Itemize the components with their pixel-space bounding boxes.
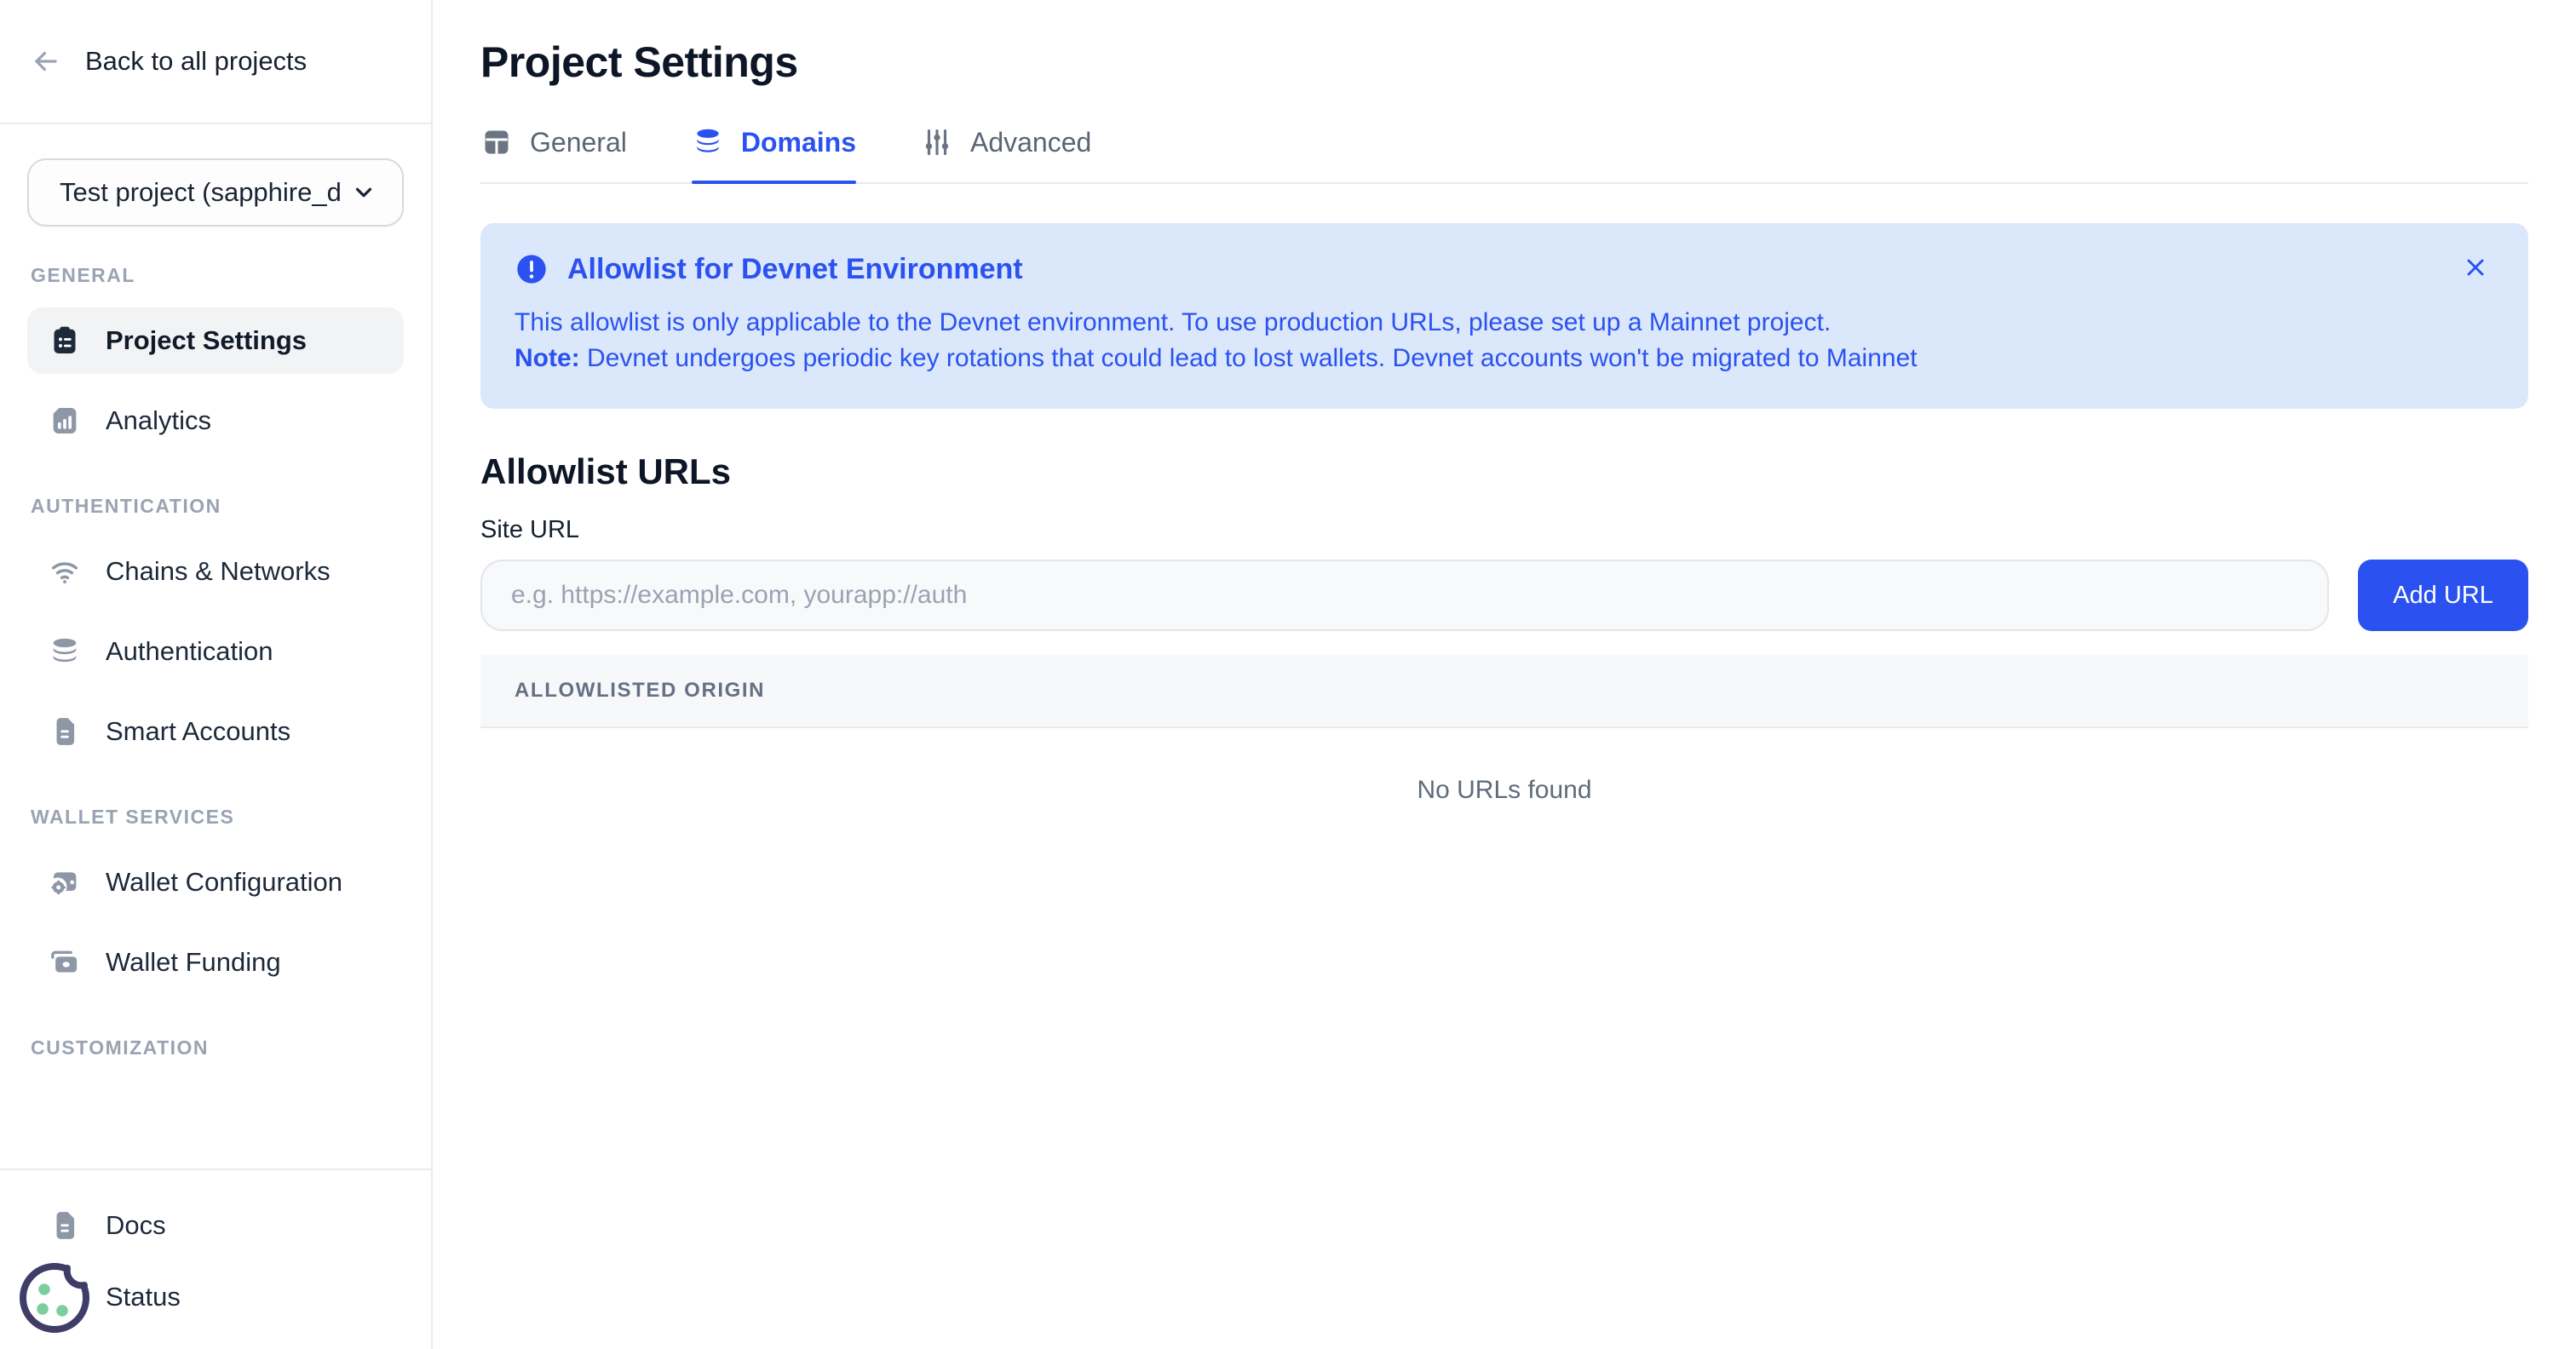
sidebar: Back to all projects Test project (sapph… [0, 0, 433, 1349]
database-icon [692, 126, 724, 158]
allowlist-heading: Allowlist URLs [480, 451, 2528, 492]
cookie-widget-icon[interactable] [15, 1255, 97, 1337]
banner-note-text: Devnet undergoes periodic key rotations … [580, 344, 1918, 372]
tab-general[interactable]: General [480, 126, 627, 182]
sidebar-item-chains-networks[interactable]: Chains & Networks [27, 538, 404, 605]
section-label-general: GENERAL [31, 264, 404, 287]
site-url-input[interactable] [480, 560, 2329, 631]
sidebar-item-authentication[interactable]: Authentication [27, 618, 404, 685]
wallet-gear-icon [46, 864, 83, 901]
sidebar-item-label: Wallet Configuration [106, 867, 342, 898]
column-header-allowlisted-origin: ALLOWLISTED ORIGIN [515, 679, 765, 703]
sidebar-item-label: Project Settings [106, 325, 307, 356]
page: Back to all projects Test project (sapph… [0, 0, 2576, 1349]
add-url-button[interactable]: Add URL [2358, 560, 2528, 631]
devnet-allowlist-banner: Allowlist for Devnet Environment This al… [480, 223, 2528, 409]
banner-note-label: Note: [515, 344, 580, 372]
sidebar-item-wallet-configuration[interactable]: Wallet Configuration [27, 849, 404, 916]
project-selector-value: Test project (sapphire_d [60, 177, 342, 208]
back-to-projects-link[interactable]: Back to all projects [0, 0, 431, 124]
wifi-icon [46, 553, 83, 590]
sidebar-item-docs[interactable]: Docs [27, 1192, 404, 1259]
banner-title: Allowlist for Devnet Environment [567, 253, 1023, 286]
sidebar-item-branding[interactable]: Branding [27, 1080, 404, 1088]
close-icon[interactable] [2457, 249, 2494, 286]
back-arrow-icon [29, 44, 63, 78]
document-icon [46, 1207, 83, 1244]
clipboard-icon [46, 322, 83, 359]
info-icon [515, 252, 549, 286]
back-label: Back to all projects [85, 46, 307, 77]
page-title: Project Settings [480, 37, 2528, 87]
tab-label: Advanced [970, 127, 1091, 158]
chart-icon [46, 402, 83, 439]
tab-label: General [530, 127, 627, 158]
banner-body-text: This allowlist is only applicable to the… [515, 305, 2494, 341]
sidebar-item-label: Wallet Funding [106, 947, 281, 978]
tab-domains[interactable]: Domains [692, 126, 856, 182]
section-label-authentication: AUTHENTICATION [31, 495, 404, 518]
tab-label: Domains [741, 127, 856, 158]
tab-advanced[interactable]: Advanced [921, 126, 1091, 182]
sidebar-item-label: Docs [106, 1210, 166, 1241]
chevron-down-icon [351, 180, 377, 205]
sidebar-item-smart-accounts[interactable]: Smart Accounts [27, 698, 404, 765]
banner-note: Note: Devnet undergoes periodic key rota… [515, 341, 2494, 376]
wallet-card-icon [46, 944, 83, 981]
tab-bar: General Domains [480, 126, 2528, 184]
sliders-icon [921, 126, 953, 158]
grid-icon [480, 126, 513, 158]
allowlist-table-header: ALLOWLISTED ORIGIN [480, 655, 2528, 728]
section-label-wallet-services: WALLET SERVICES [31, 806, 404, 829]
sidebar-spacer [0, 1088, 431, 1168]
main-content: Project Settings General [433, 0, 2576, 1349]
document-icon [46, 713, 83, 750]
sidebar-item-wallet-funding[interactable]: Wallet Funding [27, 929, 404, 996]
sidebar-item-label: Smart Accounts [106, 716, 290, 747]
sidebar-item-analytics[interactable]: Analytics [27, 387, 404, 454]
sidebar-item-label: Chains & Networks [106, 556, 331, 587]
project-selector[interactable]: Test project (sapphire_d [27, 158, 404, 227]
sidebar-item-project-settings[interactable]: Project Settings [27, 307, 404, 374]
empty-state-text: No URLs found [480, 728, 2528, 839]
database-icon [46, 633, 83, 670]
section-label-customization: CUSTOMIZATION [31, 1036, 404, 1059]
sidebar-item-label: Analytics [106, 405, 211, 436]
sidebar-nav: Test project (sapphire_d GENERAL [0, 124, 431, 1088]
sidebar-item-label: Status [106, 1282, 181, 1312]
site-url-label: Site URL [480, 516, 2528, 544]
sidebar-item-label: Authentication [106, 636, 273, 667]
